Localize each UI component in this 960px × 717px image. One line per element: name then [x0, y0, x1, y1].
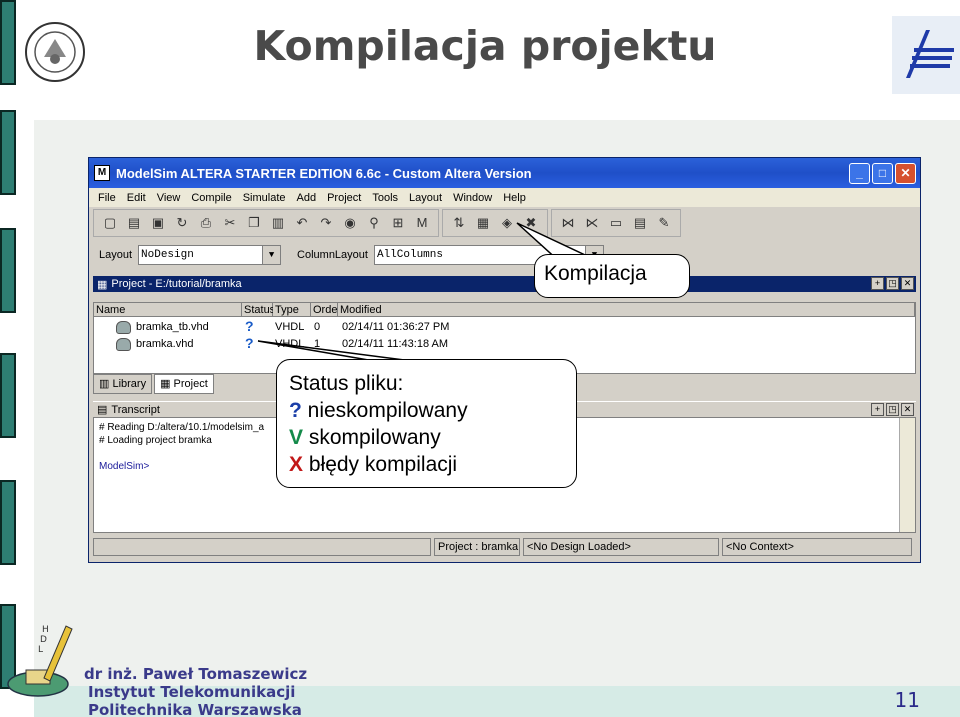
compile-callout: Kompilacja: [534, 254, 690, 298]
page-number: 11: [894, 688, 920, 712]
status-legend-x: X błędy kompilacji: [289, 453, 458, 476]
footer-author: dr inż. Paweł Tomaszewicz: [84, 665, 308, 683]
svg-text:H: H: [42, 625, 49, 635]
footer-institute: Instytut Telekomunikacji Politechnika Wa…: [88, 683, 302, 717]
status-callout-title: Status pliku:: [289, 372, 404, 395]
svg-text:L: L: [38, 645, 43, 655]
compile-callout-text: Kompilacja: [544, 262, 647, 285]
status-legend-q: ? nieskompilowany: [289, 399, 468, 422]
hdl-pencil-logo-icon: H D L: [7, 625, 73, 697]
status-legend-v: V skompilowany: [289, 426, 441, 449]
status-callout: Status pliku: ? nieskompilowany V skompi…: [276, 359, 577, 488]
svg-text:D: D: [40, 635, 47, 645]
